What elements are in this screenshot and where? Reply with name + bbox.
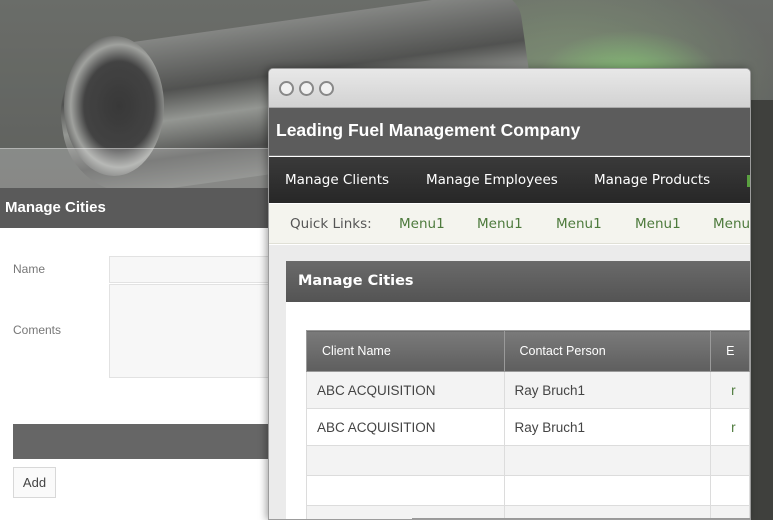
quick-link-menu[interactable]: Menu [713, 204, 750, 244]
cell-client-name: ABC ACQUISITION [306, 408, 505, 446]
nav-next-item-edge [747, 175, 750, 187]
cell-email [710, 445, 750, 476]
quick-link-menu1[interactable]: Menu1 [556, 204, 602, 244]
close-window-dot-icon[interactable] [279, 81, 294, 96]
cell-email [710, 475, 750, 506]
table-header-row: Client Name Contact Person E [306, 330, 750, 372]
cell-client-name [306, 445, 505, 476]
form-footer-bar [13, 424, 268, 459]
quick-links-bar: Quick Links: Menu1 Menu1 Menu1 Menu1 Men… [269, 204, 750, 244]
nav-manage-products[interactable]: Manage Products [594, 157, 710, 203]
main-nav: Manage Clients Manage Employees Manage P… [269, 157, 750, 203]
column-header-client-name[interactable]: Client Name [306, 330, 505, 372]
minimize-window-dot-icon[interactable] [299, 81, 314, 96]
quick-link-menu1[interactable]: Menu1 [399, 204, 445, 244]
table-row[interactable]: ABC ACQUISITION Ray Bruch1 r [306, 371, 750, 409]
add-button[interactable]: Add [13, 467, 56, 498]
quick-link-menu1[interactable]: Menu1 [477, 204, 523, 244]
cell-client-name: ABC ACQUISITION [306, 371, 505, 409]
comments-label: Coments [13, 323, 62, 337]
nav-manage-employees[interactable]: Manage Employees [426, 157, 558, 203]
site-header: Leading Fuel Management Company [269, 108, 750, 156]
comments-textarea[interactable] [109, 284, 268, 378]
quick-link-menu1[interactable]: Menu1 [635, 204, 681, 244]
table-row [306, 445, 750, 476]
cell-contact-person: Ray Bruch1 [503, 371, 712, 409]
cell-email[interactable]: r [710, 371, 750, 409]
cell-contact-person: Ray Bruch1 [503, 408, 712, 446]
company-name: Leading Fuel Management Company [276, 120, 581, 140]
name-label: Name [13, 262, 46, 276]
table-row[interactable]: ABC ACQUISITION Ray Bruch1 r [306, 408, 750, 446]
bg-page-title: Manage Cities [0, 188, 268, 228]
window-titlebar [269, 69, 750, 108]
panel-title: Manage Cities [286, 261, 750, 302]
column-header-contact-person[interactable]: Contact Person [503, 330, 712, 372]
clients-table: Client Name Contact Person E ABC ACQUISI… [306, 330, 750, 519]
table-row [306, 475, 750, 506]
cell-client-name [306, 475, 505, 506]
cell-contact-person [503, 475, 712, 506]
cell-email[interactable]: r [710, 408, 750, 446]
nav-manage-clients[interactable]: Manage Clients [285, 157, 389, 203]
quick-links-label: Quick Links: [290, 216, 372, 232]
column-header-email[interactable]: E [710, 330, 750, 372]
maximize-window-dot-icon[interactable] [319, 81, 334, 96]
cell-contact-person [503, 445, 712, 476]
browser-window: Leading Fuel Management Company Manage C… [268, 68, 751, 520]
name-input[interactable] [109, 256, 268, 283]
page-right-edge [750, 100, 773, 520]
